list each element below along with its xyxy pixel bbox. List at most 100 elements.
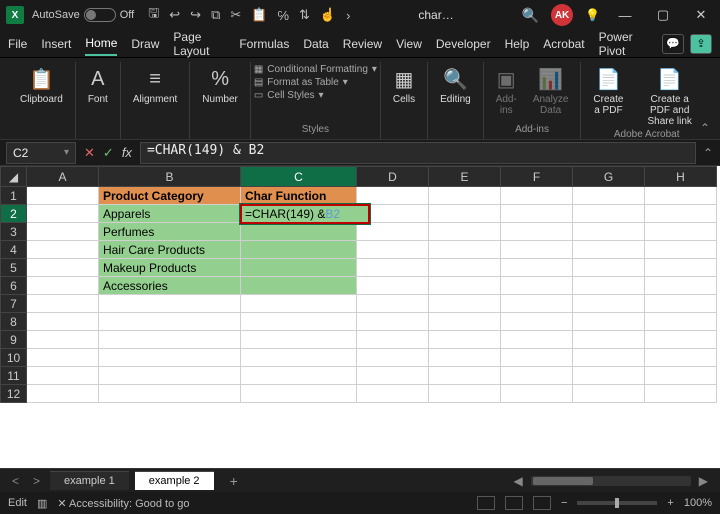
cell-c6[interactable]	[241, 277, 357, 295]
tab-help[interactable]: Help	[505, 33, 530, 55]
row-header-2[interactable]: 2	[1, 205, 27, 223]
zoom-in-button[interactable]: +	[667, 497, 673, 509]
cell-b2[interactable]: Apparels	[99, 205, 241, 223]
cell-d1[interactable]	[357, 187, 429, 205]
maximize-button[interactable]: ▢	[650, 7, 676, 23]
accept-formula-icon[interactable]: ✓	[103, 145, 114, 161]
cell-c3[interactable]	[241, 223, 357, 241]
scroll-right-icon[interactable]: ▶	[695, 474, 712, 488]
col-header-d[interactable]: D	[357, 167, 429, 187]
accessibility-status[interactable]: ✕ Accessibility: Good to go	[57, 497, 189, 510]
row-header-10[interactable]: 10	[1, 349, 27, 367]
editing-button[interactable]: 🔍 Editing	[436, 64, 475, 107]
tab-formulas[interactable]: Formulas	[239, 33, 289, 55]
tab-file[interactable]: File	[8, 33, 27, 55]
col-header-h[interactable]: H	[645, 167, 717, 187]
select-all-corner[interactable]: ◢	[1, 167, 27, 187]
col-header-a[interactable]: A	[27, 167, 99, 187]
tab-acrobat[interactable]: Acrobat	[543, 33, 584, 55]
cell-c5[interactable]	[241, 259, 357, 277]
row-header-5[interactable]: 5	[1, 259, 27, 277]
comments-button[interactable]: 💬	[662, 34, 684, 54]
tab-insert[interactable]: Insert	[41, 33, 71, 55]
page-layout-view-button[interactable]	[505, 496, 523, 510]
tab-draw[interactable]: Draw	[131, 33, 159, 55]
lightbulb-icon[interactable]: 💡	[585, 8, 600, 22]
row-header-1[interactable]: 1	[1, 187, 27, 205]
fx-icon[interactable]: fx	[122, 145, 132, 160]
cell-b1[interactable]: Product Category	[99, 187, 241, 205]
stats-icon[interactable]: ▥	[37, 497, 47, 510]
scroll-left-icon[interactable]: ◀	[510, 474, 527, 488]
row-header-11[interactable]: 11	[1, 367, 27, 385]
page-break-view-button[interactable]	[533, 496, 551, 510]
cut-icon[interactable]: ✂	[230, 7, 241, 23]
more-icon[interactable]: ›	[346, 8, 350, 23]
alignment-button[interactable]: ≡ Alignment	[129, 64, 181, 107]
cell-a2[interactable]	[27, 205, 99, 223]
cell-styles-button[interactable]: ▭Cell Styles ▾	[254, 90, 377, 101]
zoom-level[interactable]: 100%	[684, 497, 712, 509]
cells-button[interactable]: ▦ Cells	[389, 64, 419, 107]
cell-editor[interactable]: =CHAR(149) & B2	[240, 204, 370, 224]
font-button[interactable]: A Font	[84, 64, 112, 107]
create-pdf-share-button[interactable]: 📄 Create a PDF and Share link	[635, 64, 704, 129]
analyze-data-button[interactable]: 📊 Analyze Data	[529, 64, 573, 118]
col-header-c[interactable]: C	[241, 167, 357, 187]
cell-c1[interactable]: Char Function	[241, 187, 357, 205]
link-icon[interactable]: ℅	[277, 8, 289, 23]
row-header-9[interactable]: 9	[1, 331, 27, 349]
normal-view-button[interactable]	[477, 496, 495, 510]
col-header-b[interactable]: B	[99, 167, 241, 187]
sheet-prev-icon[interactable]: <	[8, 474, 23, 488]
cell-b6[interactable]: Accessories	[99, 277, 241, 295]
close-button[interactable]: ✕	[688, 7, 714, 23]
formula-input[interactable]: =CHAR(149) & B2	[140, 142, 696, 164]
zoom-slider[interactable]	[577, 501, 657, 505]
cell-b5[interactable]: Makeup Products	[99, 259, 241, 277]
tab-page-layout[interactable]: Page Layout	[173, 26, 225, 62]
tab-power-pivot[interactable]: Power Pivot	[599, 26, 648, 62]
toggle-switch-icon[interactable]	[84, 8, 116, 22]
format-as-table-button[interactable]: ▤Format as Table ▾	[254, 77, 377, 88]
col-header-f[interactable]: F	[501, 167, 573, 187]
touch-icon[interactable]: ☝	[320, 7, 336, 23]
spreadsheet-grid[interactable]: ◢ A B C D E F G H 1 Product Category Cha…	[0, 166, 720, 468]
sheet-tab-example-1[interactable]: example 1	[50, 471, 129, 490]
tab-developer[interactable]: Developer	[436, 33, 491, 55]
sheet-tab-example-2[interactable]: example 2	[135, 471, 214, 490]
number-button[interactable]: % Number	[198, 64, 242, 107]
paste-icon[interactable]: 📋	[251, 7, 267, 23]
minimize-button[interactable]: —	[612, 8, 638, 23]
search-icon[interactable]: 🔍	[522, 7, 539, 24]
name-box[interactable]: C2 ▾	[6, 142, 76, 164]
cell-a1[interactable]	[27, 187, 99, 205]
autosave-toggle[interactable]: AutoSave Off	[32, 8, 134, 22]
addins-button[interactable]: ▣ Add-ins	[492, 64, 521, 118]
row-header-3[interactable]: 3	[1, 223, 27, 241]
cell-c2[interactable]: =CHAR(149) & B2	[241, 205, 357, 223]
save-icon[interactable]: 🖫	[148, 4, 159, 26]
row-header-7[interactable]: 7	[1, 295, 27, 313]
horizontal-scrollbar[interactable]	[531, 476, 691, 486]
clipboard-button[interactable]: 📋 Clipboard	[16, 64, 67, 107]
cell-b4[interactable]: Hair Care Products	[99, 241, 241, 259]
share-button[interactable]: ⇪	[690, 34, 712, 54]
zoom-out-button[interactable]: −	[561, 497, 567, 509]
row-header-12[interactable]: 12	[1, 385, 27, 403]
sheet-next-icon[interactable]: >	[29, 474, 44, 488]
conditional-formatting-button[interactable]: ▦Conditional Formatting ▾	[254, 64, 377, 75]
create-pdf-button[interactable]: 📄 Create a PDF	[589, 64, 627, 118]
row-header-8[interactable]: 8	[1, 313, 27, 331]
sort-icon[interactable]: ⇅	[299, 7, 310, 23]
tab-data[interactable]: Data	[303, 33, 328, 55]
copy-icon[interactable]: ⧉	[211, 7, 220, 23]
add-sheet-button[interactable]: +	[220, 473, 248, 489]
redo-icon[interactable]: ↪	[190, 7, 201, 23]
tab-review[interactable]: Review	[343, 33, 382, 55]
cell-b3[interactable]: Perfumes	[99, 223, 241, 241]
undo-icon[interactable]: ↩	[169, 7, 180, 23]
cell-c4[interactable]	[241, 241, 357, 259]
expand-formula-bar-icon[interactable]: ⌃	[696, 146, 720, 160]
chevron-down-icon[interactable]: ▾	[64, 147, 69, 158]
